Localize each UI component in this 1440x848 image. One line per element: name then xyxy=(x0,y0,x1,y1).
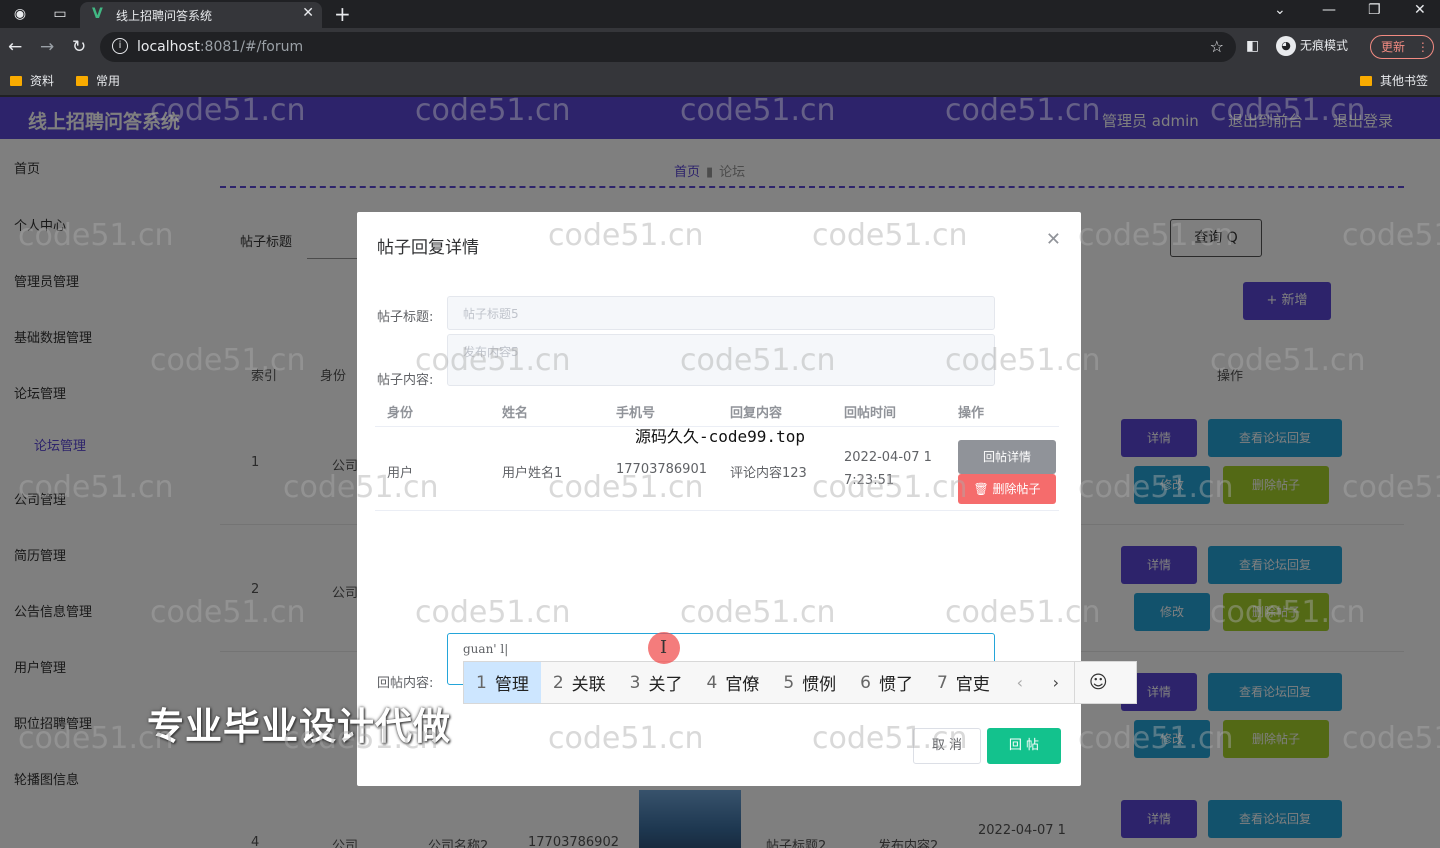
post-content-field: 发布内容5 xyxy=(447,334,995,386)
ime-candidate-bar: 1 管理 2 关联 3 关了 4 官僚 5 惯例 6 惯了 7 官吏 ‹ › ☺ xyxy=(463,661,1137,704)
forward-arrow-icon[interactable]: → xyxy=(40,37,54,57)
back-arrow-icon[interactable]: ← xyxy=(8,37,22,57)
reply-content: 评论内容123 xyxy=(730,466,807,481)
ime-next-page-icon[interactable]: › xyxy=(1038,662,1074,703)
dialog-title: 帖子回复详情 xyxy=(377,238,479,258)
post-title-field: 帖子标题5 xyxy=(447,296,995,330)
reply-column-time: 回帖时间 xyxy=(844,406,897,421)
incognito-indicator[interactable]: ◕ 无痕模式 xyxy=(1276,36,1348,56)
trash-icon: 🗑 xyxy=(973,482,989,496)
source-watermark-text: 源码久久-code99.top xyxy=(635,427,805,446)
vue-favicon-icon: V xyxy=(92,6,103,22)
incognito-icon: ◕ xyxy=(1276,36,1296,56)
folder-icon xyxy=(1360,76,1372,86)
ime-candidate[interactable]: 4 官僚 xyxy=(694,662,771,703)
dialog-close-icon[interactable]: ✕ xyxy=(1046,229,1061,250)
ime-candidate[interactable]: 2 关联 xyxy=(541,662,618,703)
restore-icon[interactable]: ❐ xyxy=(1368,2,1381,18)
bookmark-star-icon[interactable]: ☆ xyxy=(1210,37,1224,56)
browser-tab[interactable]: V 线上招聘问答系统 ✕ xyxy=(80,2,322,28)
reply-column-actions: 操作 xyxy=(958,406,985,421)
minimize-icon[interactable]: — xyxy=(1322,2,1336,18)
sidepanel-icon[interactable]: ◧ xyxy=(1246,38,1259,54)
cancel-button[interactable]: 取 消 xyxy=(913,728,981,764)
url-text: localhost:8081/#/forum xyxy=(137,39,304,55)
post-title-label: 帖子标题: xyxy=(377,310,434,325)
text-cursor-icon: I xyxy=(660,637,668,658)
folder-icon xyxy=(10,76,22,86)
address-bar-row: ← → ↻ i localhost:8081/#/forum ☆ ◧ ◕ 无痕模式… xyxy=(0,28,1440,66)
web-page: 线上招聘问答系统 管理员 admin 退出到前台 退出登录 首页 个人中心 管理… xyxy=(0,97,1440,848)
bookmark-folder[interactable]: 资料 xyxy=(10,72,54,89)
site-info-icon[interactable]: i xyxy=(112,38,128,54)
reply-phone: 17703786901 xyxy=(616,462,707,477)
ime-candidate[interactable]: 1 管理 xyxy=(464,662,541,703)
window-close-icon[interactable]: ✕ xyxy=(1414,2,1426,18)
reply-time: 7:23:51 xyxy=(844,473,895,488)
tab-search-icon[interactable]: ▭ xyxy=(50,4,70,24)
url-field[interactable]: i localhost:8081/#/forum ☆ xyxy=(100,32,1236,62)
reply-column-name: 姓名 xyxy=(502,406,529,421)
row-divider xyxy=(375,510,1059,511)
bookmark-folder[interactable]: 常用 xyxy=(76,72,120,89)
ime-candidate[interactable]: 6 惯了 xyxy=(848,662,925,703)
ime-prev-page-icon[interactable]: ‹ xyxy=(1002,662,1038,703)
ime-emoji-icon[interactable]: ☺ xyxy=(1073,662,1122,703)
tab-close-icon[interactable]: ✕ xyxy=(302,5,314,21)
update-button[interactable]: 更新 ⋮ xyxy=(1370,35,1434,59)
ime-candidate[interactable]: 7 官吏 xyxy=(925,662,1002,703)
reply-content-label: 回帖内容: xyxy=(377,676,434,691)
reply-name: 用户姓名1 xyxy=(502,466,563,481)
kebab-menu-icon: ⋮ xyxy=(1416,40,1429,54)
post-content-label: 帖子内容: xyxy=(377,373,434,388)
browser-tab-bar: ◉ ▭ V 线上招聘问答系统 ✕ + ⌄ — ❐ ✕ xyxy=(0,0,1440,28)
bookmarks-bar: 资料 常用 其他书签 xyxy=(0,66,1440,96)
reply-detail-button[interactable]: 回帖详情 xyxy=(958,440,1056,474)
new-tab-icon[interactable]: + xyxy=(334,2,351,26)
promo-overlay-text: 专业毕业设计代做 xyxy=(147,705,451,748)
reply-column-content: 回复内容 xyxy=(730,406,783,421)
reload-icon[interactable]: ↻ xyxy=(72,37,86,57)
ime-candidate[interactable]: 3 关了 xyxy=(618,662,695,703)
tab-title: 线上招聘问答系统 xyxy=(116,9,213,23)
reply-identity: 用户 xyxy=(387,466,414,481)
submit-reply-button[interactable]: 回 帖 xyxy=(987,728,1061,764)
folder-icon xyxy=(76,76,88,86)
reply-column-phone: 手机号 xyxy=(616,406,656,421)
tab-list-chevron-icon[interactable]: ⌄ xyxy=(1274,2,1286,18)
globe-icon[interactable]: ◉ xyxy=(10,4,30,24)
reply-time: 2022-04-07 1 xyxy=(844,450,932,465)
reply-column-identity: 身份 xyxy=(387,406,414,421)
ime-candidate[interactable]: 5 惯例 xyxy=(771,662,848,703)
other-bookmarks[interactable]: 其他书签 xyxy=(1360,72,1428,89)
delete-reply-button[interactable]: 🗑 删除帖子 xyxy=(958,474,1056,504)
